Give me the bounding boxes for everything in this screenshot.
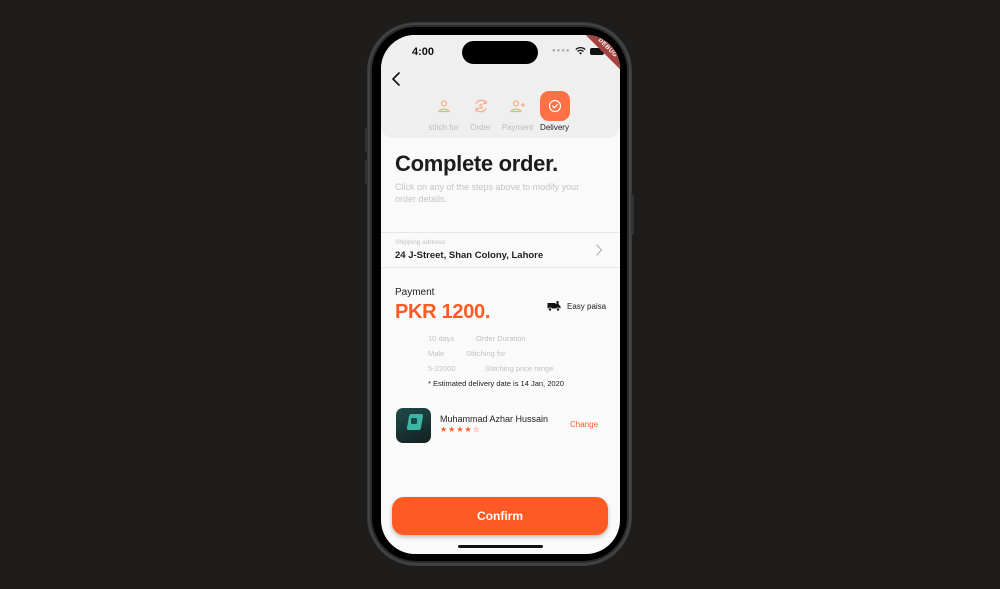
payment-label: Payment <box>395 287 435 298</box>
volume-down-button <box>365 160 368 184</box>
star-rating: ★★★★☆ <box>440 425 481 434</box>
step-label: Order <box>470 123 491 132</box>
app-screen: 4:00 ●●●● DEBUG stitch for $ Order Payme… <box>381 35 620 554</box>
dynamic-island <box>462 41 538 64</box>
shipping-address-row[interactable]: Shipping address 24 J-Street, Shan Colon… <box>381 233 620 268</box>
power-button <box>631 195 634 235</box>
status-icons: ●●●● <box>552 47 604 55</box>
confirm-button[interactable]: Confirm <box>392 497 608 535</box>
chevron-right-icon <box>596 244 603 256</box>
signal-icon: ●●●● <box>552 48 571 54</box>
step-label: Payment <box>501 123 534 132</box>
payment-method: Easy paisa <box>547 300 606 312</box>
order-duration-value: 10 days <box>428 334 455 343</box>
status-time: 4:00 <box>412 46 435 58</box>
estimated-delivery: * Estimated delivery date is 14 Jan, 202… <box>428 379 564 388</box>
order-duration-label: Order Duration <box>476 334 526 343</box>
user-plus-icon <box>509 100 525 113</box>
tailor-row: Muhammad Azhar Hussain ★★★★☆ Change <box>381 407 620 447</box>
stitching-for-label: Stitching for <box>466 349 506 358</box>
price-range-label: Stitching price range <box>485 364 554 373</box>
divider <box>381 267 620 268</box>
step-indicator: stitch for $ Order Payment Delivery <box>425 91 573 132</box>
check-circle-icon <box>548 99 561 113</box>
change-tailor-link[interactable]: Change <box>570 420 598 429</box>
shipping-address-label: Shipping address <box>395 239 446 246</box>
tailor-name: Muhammad Azhar Hussain <box>440 414 549 424</box>
step-label: Delivery <box>540 123 569 132</box>
stitching-for-value: Male <box>428 349 445 358</box>
volume-up-button <box>365 128 368 152</box>
chevron-left-icon <box>392 72 400 86</box>
wifi-icon <box>574 47 586 55</box>
step-payment[interactable]: Payment <box>499 91 536 132</box>
page-subtitle: Click on any of the steps above to modif… <box>395 182 580 204</box>
price-range-value: 5-22000 <box>428 364 456 373</box>
back-button[interactable] <box>389 71 403 87</box>
page-title: Complete order. <box>395 151 558 176</box>
step-order[interactable]: $ Order <box>462 91 499 132</box>
payment-price: PKR 1200. <box>395 301 491 323</box>
payment-method-label: Easy paisa <box>567 301 607 311</box>
dollar-refresh-icon: $ <box>474 99 487 113</box>
shipping-address-value: 24 J-Street, Shan Colony, Lahore <box>395 250 544 261</box>
svg-text:$: $ <box>479 104 483 111</box>
step-stitch-for[interactable]: stitch for <box>425 91 462 132</box>
user-icon <box>437 100 450 113</box>
tailor-avatar <box>396 408 431 443</box>
step-delivery[interactable]: Delivery <box>536 91 573 132</box>
truck-icon <box>547 301 561 312</box>
step-label: stitch for <box>428 123 459 132</box>
home-indicator <box>458 545 543 548</box>
